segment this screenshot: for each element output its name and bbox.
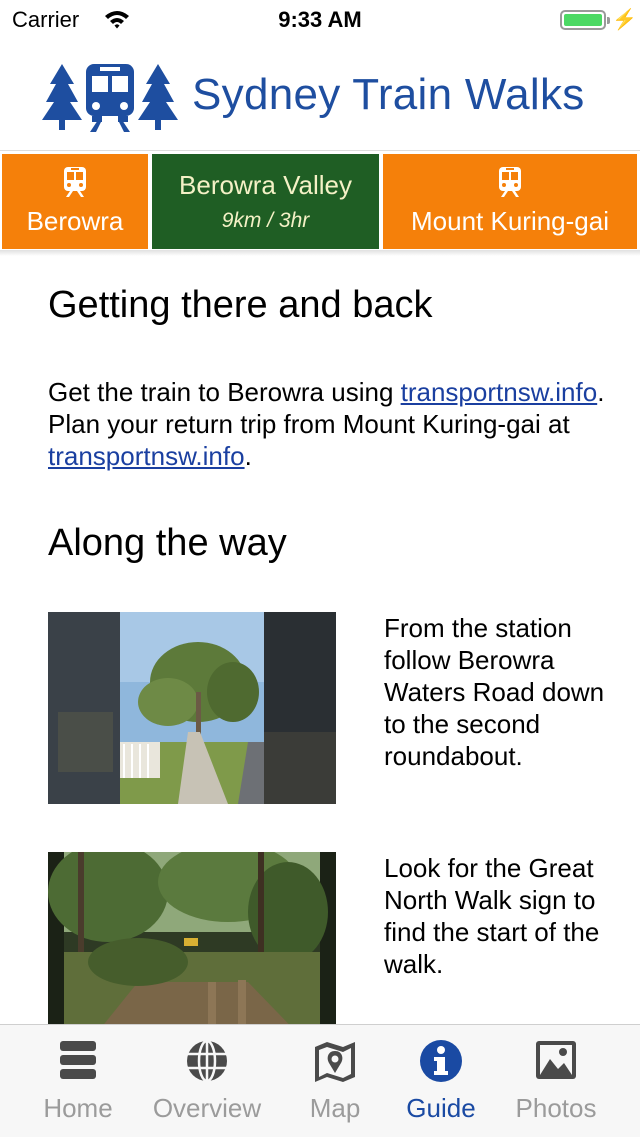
- transport-link-1[interactable]: transportnsw.info: [401, 377, 598, 407]
- step-photo-street[interactable]: [48, 612, 336, 804]
- train-icon: [2, 166, 148, 198]
- start-station-name: Berowra: [26, 206, 124, 236]
- tab-home[interactable]: Home: [22, 1025, 134, 1137]
- tab-guide[interactable]: Guide: [396, 1025, 486, 1137]
- charging-icon: ⚡: [612, 9, 637, 31]
- tab-bar: Home Overview Map Guide Photos: [0, 1024, 640, 1137]
- walk-stats: 9km / 3hr: [221, 209, 310, 232]
- tab-label: Home: [43, 1093, 113, 1123]
- globe-icon: [142, 1039, 272, 1083]
- tab-label: Overview: [152, 1093, 262, 1123]
- status-time: 9:33 AM: [278, 7, 362, 32]
- tab-overview[interactable]: Overview: [142, 1025, 272, 1137]
- map-icon: [290, 1039, 380, 1083]
- info-icon: [396, 1039, 486, 1083]
- train-trees-logo-icon: [42, 62, 178, 137]
- guide-step: From the station follow Berowra Waters R…: [48, 612, 608, 804]
- guide-step: Look for the Great North Walk sign to fi…: [48, 852, 608, 1024]
- menu-icon: [22, 1039, 134, 1081]
- guide-content[interactable]: Getting there and back Get the train to …: [0, 256, 640, 1024]
- step-description: Look for the Great North Walk sign to fi…: [384, 853, 600, 979]
- walk-summary: Berowra Valley 9km / 3hr: [152, 154, 379, 249]
- step-photo-trailhead[interactable]: [48, 852, 336, 1024]
- transport-link-2[interactable]: transportnsw.info: [48, 441, 245, 471]
- train-icon: [383, 166, 637, 198]
- start-station-button[interactable]: Berowra: [2, 154, 148, 249]
- step-description: From the station follow Berowra Waters R…: [384, 613, 605, 771]
- status-bar: Carrier 9:33 AM ⚡: [0, 0, 640, 40]
- end-station-button[interactable]: Mount Kuring-gai: [383, 154, 637, 249]
- battery-icon: [560, 10, 610, 30]
- route-bar: Berowra Berowra Valley 9km / 3hr Mount K…: [0, 153, 640, 250]
- tab-photos[interactable]: Photos: [500, 1025, 612, 1137]
- app-title: Sydney Train Walks: [192, 70, 585, 119]
- end-station-name: Mount Kuring-gai: [411, 206, 609, 236]
- paragraph-text: Get the train to Berowra using: [48, 377, 401, 407]
- tab-label: Guide: [406, 1093, 476, 1123]
- paragraph-text: .: [244, 441, 252, 471]
- tab-map[interactable]: Map: [290, 1025, 380, 1137]
- along-the-way-heading: Along the way: [48, 522, 287, 564]
- photos-icon: [500, 1039, 612, 1081]
- getting-there-heading: Getting there and back: [48, 284, 433, 326]
- tab-label: Photos: [515, 1093, 597, 1123]
- app-header: Sydney Train Walks: [0, 40, 640, 151]
- getting-there-paragraph: Get the train to Berowra using transport…: [48, 376, 608, 472]
- tab-label: Map: [309, 1093, 361, 1123]
- walk-name: Berowra Valley: [179, 170, 352, 200]
